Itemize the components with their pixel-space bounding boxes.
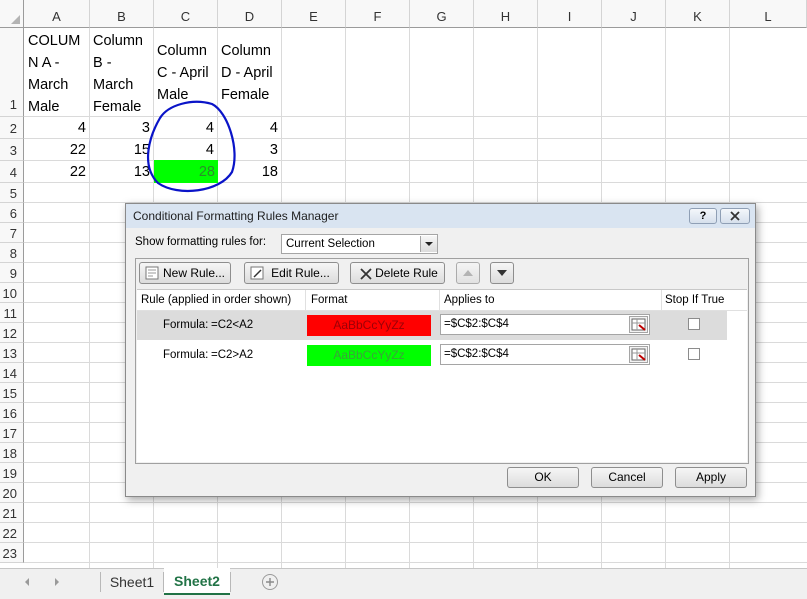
col-header-stop: Stop If True — [665, 294, 725, 306]
edit-rule-icon — [250, 266, 264, 280]
rule-formula: =C2>A2 — [211, 349, 254, 361]
col-header-format: Format — [311, 294, 348, 306]
range-select-icon — [631, 318, 646, 331]
conditional-formatting-dialog[interactable]: Conditional Formatting Rules Manager ? S… — [125, 203, 756, 497]
plus-icon — [266, 578, 274, 586]
stop-if-true-checkbox[interactable] — [688, 318, 700, 330]
chevron-left-icon — [25, 578, 29, 586]
rule-type: Formula: — [163, 319, 209, 331]
applies-to-value: =$C$2:$C$4 — [444, 348, 509, 360]
close-icon — [730, 211, 740, 221]
rule-type: Formula: — [163, 349, 209, 361]
table-header: Rule (applied in order shown) Format App… — [137, 290, 747, 311]
dialog-title: Conditional Formatting Rules Manager — [133, 209, 339, 223]
applies-to-field[interactable]: =$C$2:$C$4 — [440, 344, 650, 365]
delete-rule-label: Delete Rule — [375, 266, 438, 280]
scroll-tabs-right-button[interactable] — [52, 576, 62, 591]
ok-button[interactable]: OK — [507, 467, 579, 488]
rule-formula: =C2<A2 — [211, 319, 254, 331]
triangle-down-icon — [497, 270, 507, 276]
add-sheet-button[interactable] — [262, 574, 278, 590]
edit-rule-button[interactable]: Edit Rule... — [244, 262, 339, 284]
new-rule-label: New Rule... — [162, 266, 226, 280]
show-rules-dropdown[interactable]: Current Selection — [281, 234, 438, 254]
col-header-rule: Rule (applied in order shown) — [141, 294, 292, 306]
move-down-button[interactable] — [490, 262, 514, 284]
new-rule-icon — [145, 266, 159, 280]
close-button[interactable] — [720, 208, 750, 224]
col-header-applies: Applies to — [444, 294, 495, 306]
show-rules-value: Current Selection — [286, 238, 375, 250]
sheet-tab-bar: Sheet1 Sheet2 — [0, 568, 807, 599]
triangle-up-icon — [463, 270, 473, 276]
chevron-down-icon — [425, 242, 433, 246]
format-preview: AaBbCcYyZz — [307, 345, 431, 366]
range-picker-button[interactable] — [629, 346, 648, 363]
format-preview: AaBbCcYyZz — [307, 315, 431, 336]
tab-sheet2[interactable]: Sheet2 — [164, 568, 230, 595]
dropdown-arrow-button[interactable] — [420, 236, 437, 252]
applies-to-field[interactable]: =$C$2:$C$4 — [440, 314, 650, 335]
cancel-button[interactable]: Cancel — [591, 467, 663, 488]
table-row[interactable]: Formula: =C2>A2 AaBbCcYyZz =$C$2:$C$4 — [137, 341, 727, 370]
rules-panel: New Rule... Edit Rule... Delete Rule Rul… — [135, 258, 749, 464]
show-rules-label: Show formatting rules for: — [135, 236, 267, 248]
applies-to-value: =$C$2:$C$4 — [444, 318, 509, 330]
rules-table[interactable]: Rule (applied in order shown) Format App… — [137, 289, 747, 462]
stop-if-true-checkbox[interactable] — [688, 348, 700, 360]
dialog-titlebar[interactable]: Conditional Formatting Rules Manager ? — [126, 204, 755, 228]
edit-rule-label: Edit Rule... — [271, 266, 330, 280]
tab-sheet1[interactable]: Sheet1 — [101, 569, 163, 595]
annotation-circle-cells — [147, 100, 236, 193]
range-select-icon — [631, 348, 646, 361]
chevron-right-icon — [55, 578, 59, 586]
delete-icon — [360, 268, 372, 280]
apply-button[interactable]: Apply — [675, 467, 747, 488]
table-row[interactable]: Formula: =C2<A2 AaBbCcYyZz =$C$2:$C$4 — [137, 311, 727, 340]
new-rule-button[interactable]: New Rule... — [139, 262, 231, 284]
help-button[interactable]: ? — [689, 208, 717, 224]
move-up-button[interactable] — [456, 262, 480, 284]
delete-rule-button[interactable]: Delete Rule — [350, 262, 445, 284]
range-picker-button[interactable] — [629, 316, 648, 333]
scroll-tabs-left-button[interactable] — [22, 576, 32, 591]
